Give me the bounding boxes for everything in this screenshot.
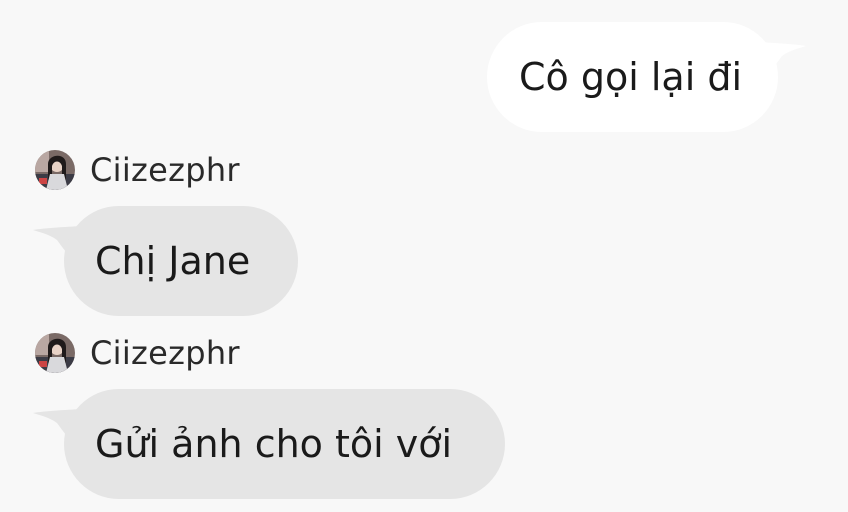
sender-name: Ciizezphr <box>90 334 240 372</box>
sender-header: Ciizezphr <box>35 332 240 374</box>
chat-thread: Cô gọi lại đi Ciizezphr Chị Jane Ciizezp… <box>0 0 848 512</box>
avatar-icon[interactable] <box>35 150 75 190</box>
sender-header: Ciizezphr <box>35 149 240 191</box>
incoming-message-bubble[interactable]: Chị Jane <box>64 206 298 316</box>
message-text: Chị Jane <box>95 239 251 283</box>
message-text: Cô gọi lại đi <box>519 55 743 99</box>
incoming-message-bubble[interactable]: Gửi ảnh cho tôi với <box>64 389 505 499</box>
message-text: Gửi ảnh cho tôi với <box>95 422 453 466</box>
sender-name: Ciizezphr <box>90 151 240 189</box>
outgoing-message-bubble[interactable]: Cô gọi lại đi <box>487 22 778 132</box>
avatar-icon[interactable] <box>35 333 75 373</box>
